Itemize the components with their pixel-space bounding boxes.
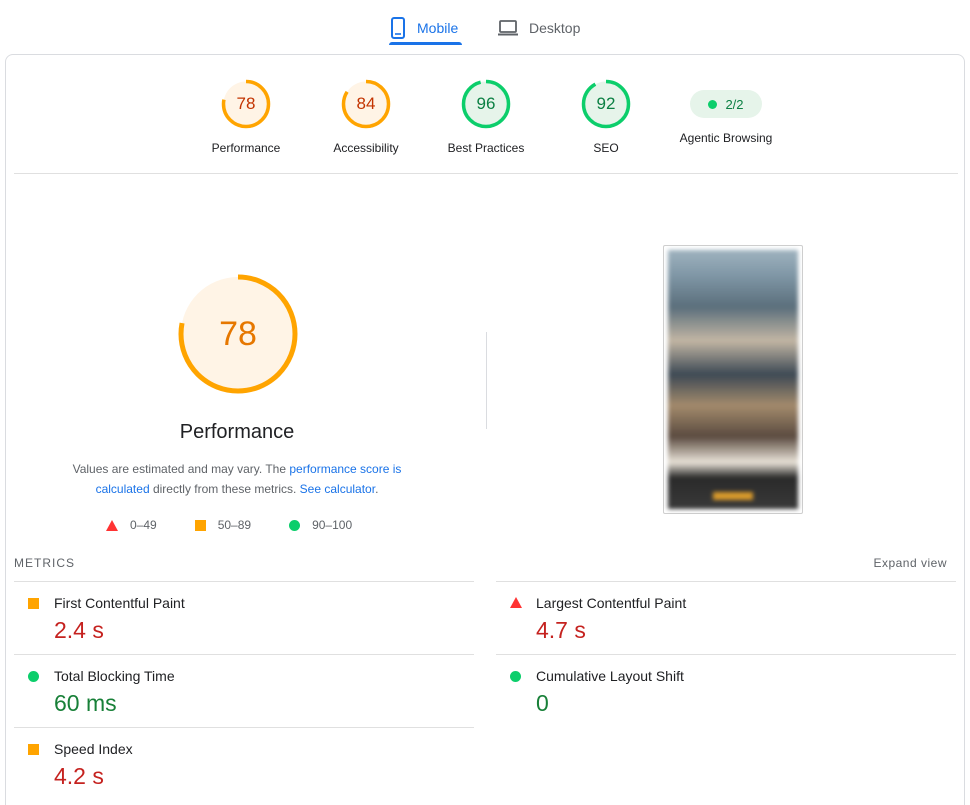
metric-name: Largest Contentful Paint (536, 595, 687, 611)
gauge-score: 92 (596, 94, 616, 113)
gauge-performance[interactable]: 78 Performance (186, 79, 306, 155)
expand-view-button[interactable]: Expand view (873, 556, 947, 570)
gauge-accessibility[interactable]: 84 Accessibility (306, 79, 426, 155)
device-tabs: Mobile Desktop (0, 0, 970, 48)
legend-label: 0–49 (130, 518, 157, 532)
square-icon (194, 519, 206, 531)
metric-value: 4.2 s (54, 763, 104, 789)
gauge-seo[interactable]: 92 SEO (546, 79, 666, 155)
metric-value: 0 (536, 690, 549, 716)
legend-pass: 90–100 (289, 518, 352, 532)
score-gauges: 78 Performance 84 Accessibility 96 Best … (6, 79, 966, 159)
square-icon (28, 598, 39, 609)
gauge-label: Best Practices (447, 141, 525, 155)
gauge-ring: 96 (461, 79, 511, 129)
agentic-badge: 2/2 (690, 90, 762, 118)
legend-average: 50–89 (194, 518, 252, 532)
metric-value: 2.4 s (54, 617, 104, 643)
gauge-ring: 92 (581, 79, 631, 129)
gauge-label: Agentic Browsing (679, 131, 773, 145)
gauge-score: 96 (476, 94, 496, 113)
gauge-ring: 84 (341, 79, 391, 129)
metric-value: 60 ms (54, 690, 117, 716)
metrics-header: METRICS (14, 556, 75, 570)
report-card: 78 Performance 84 Accessibility 96 Best … (5, 54, 965, 805)
vertical-divider (486, 332, 487, 429)
tab-mobile-label: Mobile (417, 20, 459, 36)
tab-desktop-label: Desktop (529, 20, 581, 36)
tab-mobile[interactable]: Mobile (389, 10, 458, 46)
gauge-label: Accessibility (333, 141, 399, 155)
gauge-label: SEO (593, 141, 619, 155)
metric-name: Total Blocking Time (54, 668, 175, 684)
metric-name: Speed Index (54, 741, 133, 757)
performance-gauge: 78 (178, 274, 298, 394)
square-icon (28, 744, 39, 755)
metric-total-blocking-time: Total Blocking Time 60 ms (14, 655, 454, 727)
desc-text: . (375, 482, 379, 496)
legend-fail: 0–49 (106, 518, 157, 532)
performance-score: 78 (219, 315, 257, 353)
gauge-score: 78 (236, 94, 256, 113)
gauge-score: 84 (356, 94, 376, 113)
metric-name: Cumulative Layout Shift (536, 668, 684, 684)
metric-cumulative-layout-shift: Cumulative Layout Shift 0 (496, 655, 936, 727)
laptop-icon (497, 19, 519, 37)
smartphone-icon (389, 17, 407, 39)
triangle-icon (106, 519, 118, 531)
circle-icon (289, 519, 301, 531)
desc-text: directly from these metrics. (149, 482, 300, 496)
divider (14, 173, 958, 174)
triangle-icon (510, 597, 522, 608)
active-tab-indicator (389, 42, 462, 45)
metric-first-contentful-paint: First Contentful Paint 2.4 s (14, 582, 454, 654)
metric-speed-index: Speed Index 4.2 s (14, 728, 454, 800)
gauge-best-practices[interactable]: 96 Best Practices (426, 79, 546, 155)
score-legend: 0–49 50–89 90–100 (106, 518, 390, 532)
metric-name: First Contentful Paint (54, 595, 185, 611)
agentic-value: 2/2 (725, 96, 744, 112)
gauge-ring: 78 (221, 79, 271, 129)
see-calculator-link[interactable]: See calculator (300, 482, 375, 496)
circle-icon (28, 671, 39, 682)
metric-largest-contentful-paint: Largest Contentful Paint 4.7 s (496, 582, 936, 654)
metric-value: 4.7 s (536, 617, 586, 643)
performance-title: Performance (179, 421, 295, 443)
performance-description: Values are estimated and may vary. The p… (56, 459, 418, 499)
gauge-label: Performance (211, 141, 281, 155)
circle-icon (510, 671, 521, 682)
screenshot-image (668, 250, 798, 509)
pass-dot-icon (708, 99, 718, 109)
tab-desktop[interactable]: Desktop (497, 10, 580, 46)
desc-text: Values are estimated and may vary. The (72, 462, 290, 476)
screenshot-cta (713, 492, 753, 500)
legend-label: 90–100 (312, 518, 353, 532)
final-screenshot[interactable] (663, 245, 803, 514)
legend-label: 50–89 (217, 518, 252, 532)
gauge-agentic-browsing[interactable]: 2/2 Agentic Browsing (666, 79, 786, 145)
